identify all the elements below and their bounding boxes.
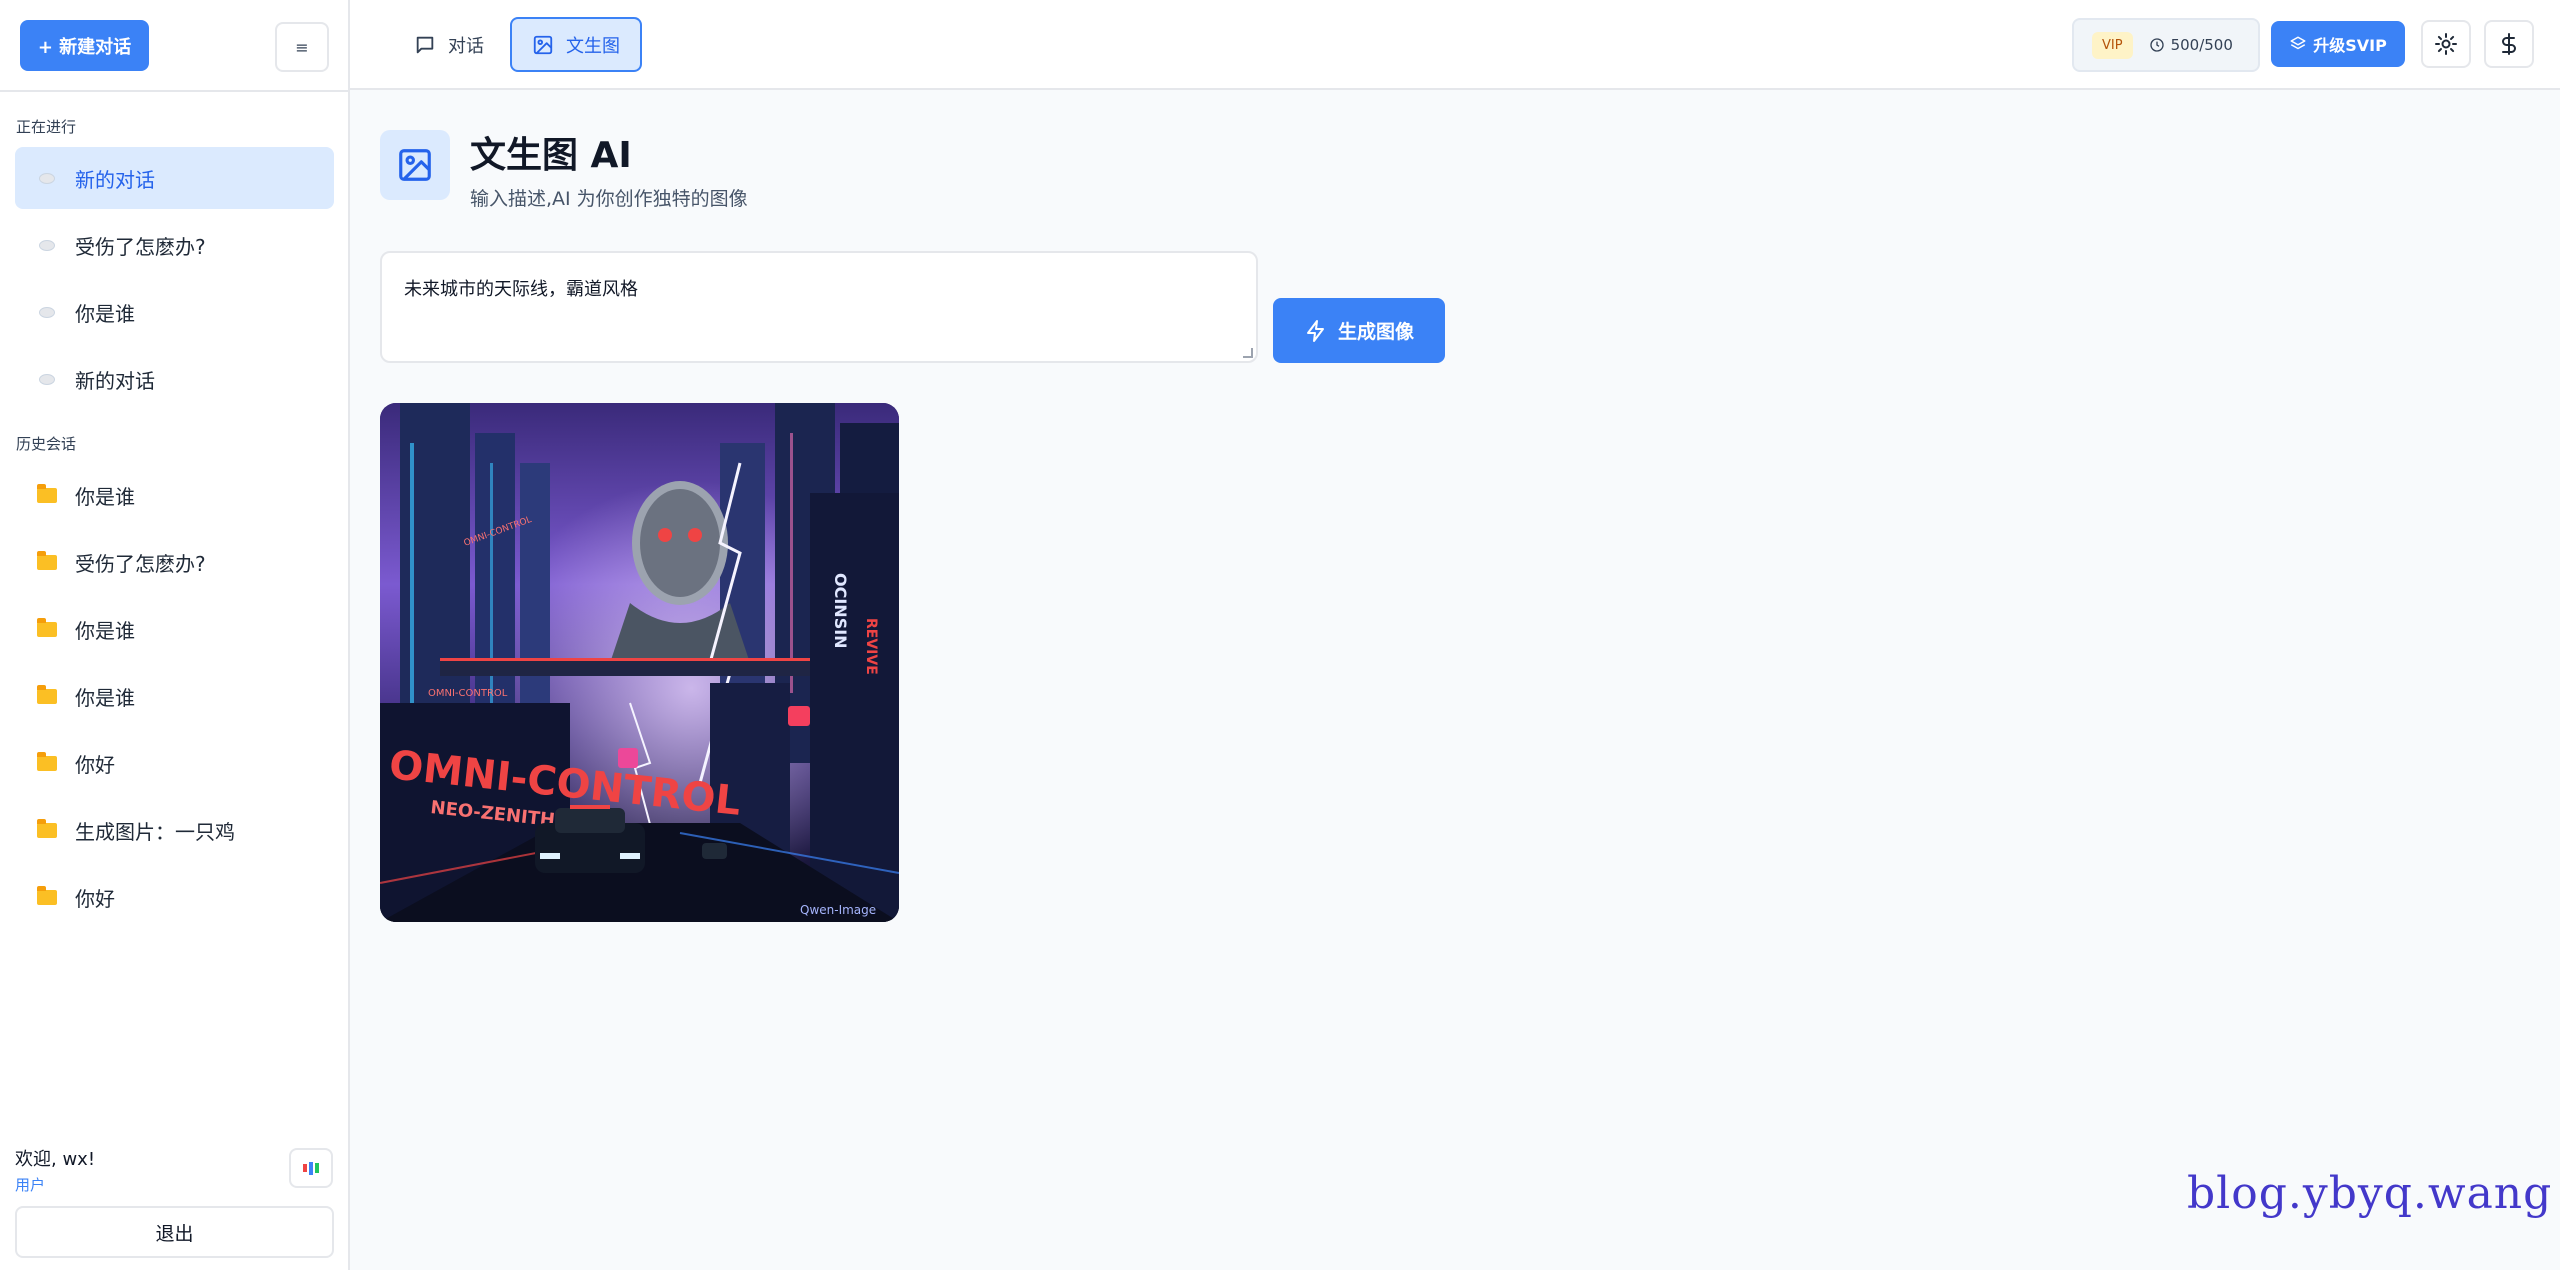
sidebar-item-label: 你好 xyxy=(75,886,115,911)
sidebar-item-active-1[interactable]: 受伤了怎麽办? xyxy=(15,214,334,276)
dollar-icon xyxy=(2502,33,2516,55)
stats-button[interactable] xyxy=(289,1148,333,1188)
generate-label: 生成图像 xyxy=(1337,321,1414,343)
upgrade-svip-button[interactable]: 升级SVIP xyxy=(2271,21,2405,67)
sidebar-item-label: 你好 xyxy=(75,752,115,777)
sidebar-item-label: 受伤了怎麽办? xyxy=(75,234,206,259)
chat-bubble-icon xyxy=(35,306,59,318)
sidebar-item-label: 受伤了怎麽办? xyxy=(75,551,206,576)
quota-display: 500/500 xyxy=(2149,36,2233,54)
sidebar-item-label: 你是谁 xyxy=(75,618,135,643)
image-logo-text: Qwen-Image xyxy=(800,903,876,917)
folder-icon xyxy=(35,751,59,771)
pricing-button[interactable] xyxy=(2484,20,2534,68)
sidebar-item-label: 新的对话 xyxy=(75,167,155,192)
clock-icon xyxy=(2149,38,2164,52)
sidebar-header: + 新建对话 ≡ xyxy=(0,0,348,92)
sidebar-item-label: 你是谁 xyxy=(75,685,135,710)
tab-text-to-image[interactable]: 文生图 xyxy=(510,17,642,72)
vertical-sign-2: REVIVE xyxy=(863,618,879,675)
sidebar-item-label: 你是谁 xyxy=(75,484,135,509)
folder-icon xyxy=(35,885,59,905)
vip-status: VIP 500/500 xyxy=(2072,18,2260,72)
sidebar-item-active-2[interactable]: 你是谁 xyxy=(15,281,334,343)
quota-text: 500/500 xyxy=(2170,36,2233,54)
sidebar-item-active-3[interactable]: 新的对话 xyxy=(15,348,334,410)
chat-bubble-icon xyxy=(35,239,59,251)
image-icon xyxy=(532,34,554,56)
page-subtitle: 输入描述,AI 为你创作独特的图像 xyxy=(470,188,748,210)
bar-chart-icon xyxy=(309,1161,313,1175)
folder-icon xyxy=(35,818,59,838)
new-chat-button[interactable]: + 新建对话 xyxy=(20,20,149,71)
generated-image[interactable]: OMNI-CONTROL NEO-ZENITH OMNI-CONTROL OMN… xyxy=(380,403,899,922)
history-section-title: 历史会话 xyxy=(16,435,77,453)
sidebar-item-label: 你是谁 xyxy=(75,301,135,326)
folder-icon xyxy=(35,684,59,704)
chat-bubble-icon xyxy=(35,373,59,385)
neon-sign-small: OMNI-CONTROL xyxy=(428,688,508,699)
user-role: 用户 xyxy=(15,1176,46,1194)
sidebar-item-history-3[interactable]: 你是谁 xyxy=(15,665,334,727)
top-bar: 对话 文生图 VIP 500/500 升级SVIP xyxy=(350,0,2560,90)
sidebar-item-label: 新的对话 xyxy=(75,368,155,393)
sidebar-item-history-1[interactable]: 受伤了怎麽办? xyxy=(15,531,334,593)
prompt-textarea[interactable]: 未来城市的天际线，霸道风格 xyxy=(380,251,1258,363)
layers-icon xyxy=(2290,36,2306,50)
generate-image-button[interactable]: 生成图像 xyxy=(1273,298,1445,363)
bar-chart-icon xyxy=(303,1164,307,1172)
tab-chat[interactable]: 对话 xyxy=(394,17,504,72)
bar-chart-icon xyxy=(315,1163,319,1173)
sun-icon xyxy=(2435,33,2457,55)
folder-icon xyxy=(35,550,59,570)
sidebar-item-history-4[interactable]: 你好 xyxy=(15,732,334,794)
sidebar-item-history-5[interactable]: 生成图片：一只鸡 xyxy=(15,799,334,861)
prompt-value: 未来城市的天际线，霸道风格 xyxy=(404,279,638,300)
chat-icon xyxy=(414,34,436,56)
folder-icon xyxy=(35,617,59,637)
logout-button[interactable]: 退出 xyxy=(15,1206,334,1258)
sidebar: + 新建对话 ≡ 正在进行 新的对话 受伤了怎麽办? 你是谁 新的对话 历史会话… xyxy=(0,0,350,1270)
sidebar-item-history-2[interactable]: 你是谁 xyxy=(15,598,334,660)
vip-badge: VIP xyxy=(2092,31,2133,59)
hero-image-icon xyxy=(380,130,450,200)
vertical-sign: OCINSIN xyxy=(831,573,850,649)
resize-handle[interactable] xyxy=(1243,348,1253,358)
upgrade-label: 升级SVIP xyxy=(2313,36,2387,55)
tab-label: 对话 xyxy=(448,35,484,57)
theme-toggle-button[interactable] xyxy=(2421,20,2471,68)
active-section-title: 正在进行 xyxy=(16,118,77,136)
lightning-icon xyxy=(1306,319,1324,342)
watermark: blog.ybyq.wang xyxy=(2187,1168,2553,1219)
sidebar-item-history-0[interactable]: 你是谁 xyxy=(15,464,334,526)
sidebar-item-history-6[interactable]: 你好 xyxy=(15,866,334,928)
tab-label: 文生图 xyxy=(566,35,620,57)
sidebar-item-active-0[interactable]: 新的对话 xyxy=(15,147,334,209)
chat-bubble-icon xyxy=(35,172,59,184)
welcome-text: 欢迎, wx! xyxy=(15,1149,96,1170)
page-title: 文生图 AI xyxy=(470,135,632,176)
sidebar-item-label: 生成图片：一只鸡 xyxy=(75,819,235,844)
folder-icon xyxy=(35,483,59,503)
menu-toggle-button[interactable]: ≡ xyxy=(275,22,329,72)
